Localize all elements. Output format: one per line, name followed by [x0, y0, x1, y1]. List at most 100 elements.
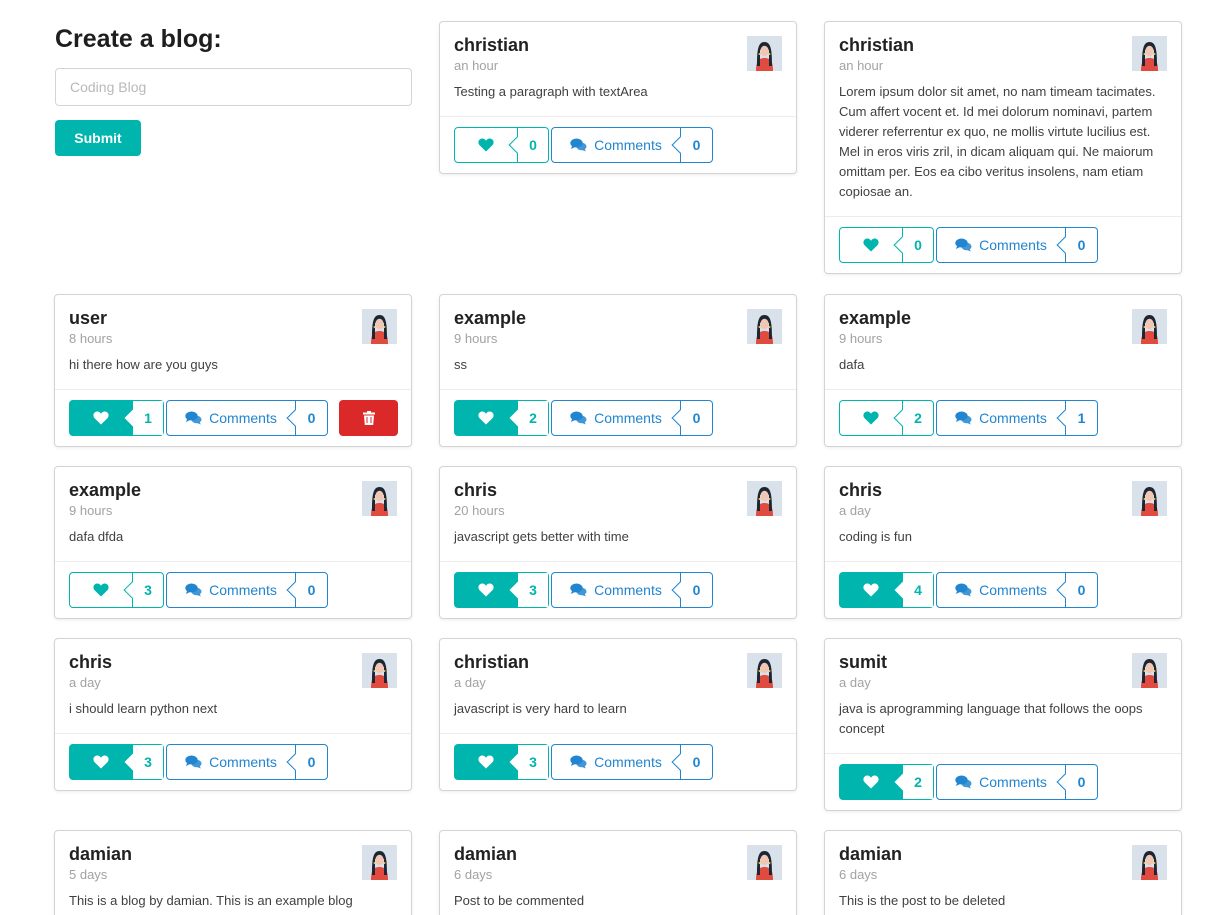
comments-button[interactable]: Comments 0 [166, 744, 328, 780]
avatar [362, 481, 397, 516]
post-time: 9 hours [839, 331, 883, 346]
comments-button[interactable]: Comments 0 [551, 127, 713, 163]
post-body: Testing a paragraph with textArea [454, 84, 648, 99]
post-author[interactable]: example [454, 308, 782, 328]
comments-button-label[interactable]: Comments [937, 401, 1065, 435]
create-blog-form: Create a blog: Submit [55, 22, 412, 156]
like-button[interactable]: 3 [69, 572, 164, 608]
like-button[interactable]: 4 [839, 572, 934, 608]
blog-input[interactable] [55, 68, 412, 106]
post-content: sumit a day java is aprogramming language … [825, 639, 1181, 753]
avatar [362, 653, 397, 688]
heart-icon[interactable] [455, 573, 517, 607]
like-button[interactable]: 0 [454, 127, 549, 163]
comments-button-label[interactable]: Comments [167, 573, 295, 607]
comments-button[interactable]: Comments 1 [936, 400, 1098, 436]
post-actions: 3 Comments 0 [440, 733, 796, 790]
post-card: christian an hour Testing a paragraph with… [439, 21, 797, 174]
comments-button-label[interactable]: Comments [552, 745, 680, 779]
avatar [747, 36, 782, 71]
post-author[interactable]: example [839, 308, 1167, 328]
post-body: Post to be commented [454, 893, 585, 908]
comments-button[interactable]: Comments 0 [936, 764, 1098, 800]
post-author[interactable]: sumit [839, 652, 1167, 672]
like-button[interactable]: 2 [839, 400, 934, 436]
post-body: Lorem ipsum dolor sit amet, no nam timea… [839, 84, 1156, 199]
post-author[interactable]: user [69, 308, 397, 328]
post-author[interactable]: chris [69, 652, 397, 672]
comments-label: Comments [594, 754, 662, 770]
comments-label: Comments [209, 582, 277, 598]
post-body: dafa dfda [69, 529, 124, 544]
like-button[interactable]: 3 [454, 744, 549, 780]
comments-button-label[interactable]: Comments [937, 765, 1065, 799]
comments-button[interactable]: Comments 0 [936, 572, 1098, 608]
form-title: Create a blog: [55, 25, 222, 53]
comments-label: Comments [594, 582, 662, 598]
post-body: hi there how are you guys [69, 357, 218, 372]
heart-icon[interactable] [70, 745, 132, 779]
comments-button-label[interactable]: Comments [552, 573, 680, 607]
post-author[interactable]: chris [839, 480, 1167, 500]
like-button[interactable]: 0 [839, 227, 934, 263]
comments-button[interactable]: Comments 0 [166, 400, 328, 436]
post-author[interactable]: example [69, 480, 397, 500]
comments-icon [570, 411, 587, 425]
post-author[interactable]: christian [454, 652, 782, 672]
comments-icon [570, 583, 587, 597]
comments-label: Comments [979, 582, 1047, 598]
post-time: 6 days [454, 867, 493, 882]
like-button[interactable]: 2 [454, 400, 549, 436]
post-content: example 9 hours ss [440, 295, 796, 389]
post-author[interactable]: damian [839, 844, 1167, 864]
post-content: example 9 hours dafa dfda [55, 467, 411, 561]
comments-button-label[interactable]: Comments [167, 745, 295, 779]
heart-icon[interactable] [455, 745, 517, 779]
post-actions: 2 Comments 0 [825, 753, 1181, 810]
comments-button[interactable]: Comments 0 [551, 400, 713, 436]
post-content: damian 6 days Post to be commented [440, 831, 796, 915]
heart-icon[interactable] [840, 765, 902, 799]
comments-button[interactable]: Comments 0 [166, 572, 328, 608]
comments-button-label[interactable]: Comments [552, 128, 680, 162]
comments-icon [955, 238, 972, 252]
comments-button-label[interactable]: Comments [937, 573, 1065, 607]
comments-icon [570, 755, 587, 769]
post-content: example 9 hours dafa [825, 295, 1181, 389]
heart-icon[interactable] [70, 401, 132, 435]
avatar [362, 309, 397, 344]
avatar [747, 309, 782, 344]
comments-button-label[interactable]: Comments [552, 401, 680, 435]
delete-button[interactable] [339, 400, 398, 436]
comments-button[interactable]: Comments 0 [551, 744, 713, 780]
avatar [1132, 653, 1167, 688]
post-body: coding is fun [839, 529, 912, 544]
post-author[interactable]: damian [454, 844, 782, 864]
comments-label: Comments [979, 237, 1047, 253]
avatar [747, 653, 782, 688]
like-button[interactable]: 3 [454, 572, 549, 608]
like-button[interactable]: 2 [839, 764, 934, 800]
post-author[interactable]: christian [454, 35, 782, 55]
like-button[interactable]: 3 [69, 744, 164, 780]
post-author[interactable]: damian [69, 844, 397, 864]
comments-icon [955, 411, 972, 425]
comments-label: Comments [209, 410, 277, 426]
post-content: chris 20 hours javascript gets better with… [440, 467, 796, 561]
post-card: damian 6 days This is the post to be delet… [824, 830, 1182, 915]
like-button[interactable]: 1 [69, 400, 164, 436]
heart-icon[interactable] [455, 401, 517, 435]
submit-button[interactable]: Submit [55, 120, 141, 156]
post-author[interactable]: chris [454, 480, 782, 500]
comments-button[interactable]: Comments 0 [551, 572, 713, 608]
comments-button[interactable]: Comments 0 [936, 227, 1098, 263]
post-card: sumit a day java is aprogramming language … [824, 638, 1182, 811]
comments-button-label[interactable]: Comments [937, 228, 1065, 262]
post-actions: 0 Comments 0 [440, 116, 796, 173]
post-time: a day [839, 675, 871, 690]
post-author[interactable]: christian [839, 35, 1167, 55]
comments-label: Comments [209, 754, 277, 770]
heart-icon[interactable] [840, 573, 902, 607]
comments-icon [955, 775, 972, 789]
comments-button-label[interactable]: Comments [167, 401, 295, 435]
